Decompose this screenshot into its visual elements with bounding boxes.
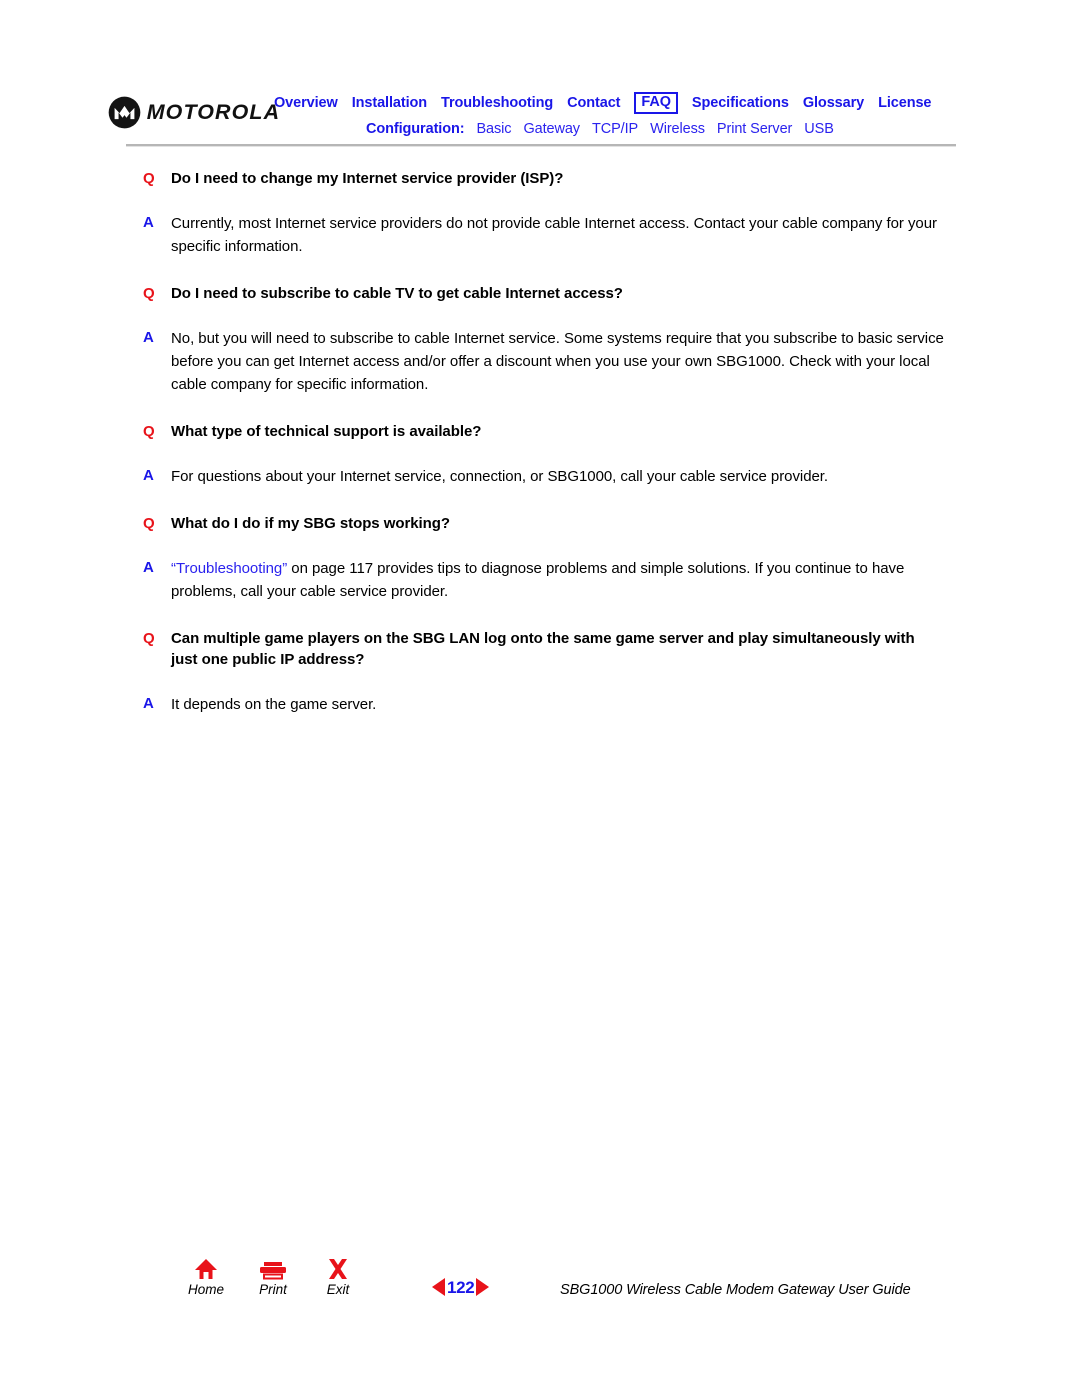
nav-config-print-server[interactable]: Print Server <box>717 122 792 137</box>
answer-marker: A <box>143 695 154 712</box>
answer-text: “Troubleshooting” on page 117 provides t… <box>171 557 945 603</box>
print-button-label: Print <box>259 1282 287 1297</box>
page-header: MOTOROLA Overview Installation Troublesh… <box>0 0 1080 150</box>
exit-x-icon-svg <box>329 1259 347 1279</box>
nav-config-tcpip[interactable]: TCP/IP <box>592 122 638 137</box>
home-button-label: Home <box>187 1282 224 1297</box>
faq-answer-2: A No, but you will need to subscribe to … <box>143 327 945 396</box>
answer-marker: A <box>143 214 154 231</box>
answer-text: It depends on the game server. <box>171 696 377 713</box>
faq-question-5: Q Can multiple game players on the SBG L… <box>143 628 945 670</box>
home-icon-svg <box>195 1259 217 1279</box>
faq-answer-5: A It depends on the game server. <box>143 693 945 716</box>
question-text: What do I do if my SBG stops working? <box>171 515 450 532</box>
troubleshooting-link[interactable]: “Troubleshooting” <box>171 560 287 577</box>
nav-config-gateway[interactable]: Gateway <box>523 122 580 137</box>
faq-question-3: Q What type of technical support is avai… <box>143 421 945 442</box>
nav-item-overview[interactable]: Overview <box>274 96 338 111</box>
motorola-logo: MOTOROLA <box>108 96 279 129</box>
triangle-left-icon[interactable] <box>432 1278 445 1296</box>
printer-icon <box>241 1255 305 1281</box>
page-navigator: 122 <box>432 1277 490 1297</box>
answer-marker: A <box>143 329 154 346</box>
answer-text: For questions about your Internet servic… <box>171 468 829 485</box>
question-marker: Q <box>143 515 155 532</box>
printer-icon-svg <box>260 1262 286 1280</box>
faq-question-1: Q Do I need to change my Internet servic… <box>143 168 945 189</box>
question-text: What type of technical support is availa… <box>171 423 482 440</box>
nav-config-basic[interactable]: Basic <box>476 122 511 137</box>
triangle-right-icon[interactable] <box>476 1278 490 1296</box>
nav-configuration-label: Configuration: <box>366 120 465 137</box>
nav-item-contact[interactable]: Contact <box>567 96 620 111</box>
exit-x-icon <box>306 1255 370 1281</box>
faq-answer-4: A “Troubleshooting” on page 117 provides… <box>143 557 945 603</box>
question-marker: Q <box>143 170 155 187</box>
faq-question-4: Q What do I do if my SBG stops working? <box>143 513 945 534</box>
nav-config-usb[interactable]: USB <box>804 122 834 137</box>
answer-text: Currently, most Internet service provide… <box>171 215 937 255</box>
header-navigation: Overview Installation Troubleshooting Co… <box>274 92 974 140</box>
question-marker: Q <box>143 285 155 302</box>
motorola-batwing-icon <box>108 96 141 129</box>
question-marker: Q <box>143 630 155 647</box>
nav-item-installation[interactable]: Installation <box>352 96 427 111</box>
nav-secondary-row: Configuration: Basic Gateway TCP/IP Wire… <box>274 118 974 140</box>
nav-item-license[interactable]: License <box>878 96 931 111</box>
answer-marker: A <box>143 559 154 576</box>
nav-item-specifications[interactable]: Specifications <box>692 96 789 111</box>
nav-primary-row: Overview Installation Troubleshooting Co… <box>274 92 974 114</box>
question-text: Do I need to change my Internet service … <box>171 170 564 187</box>
motorola-wordmark: MOTOROLA <box>146 101 281 124</box>
nav-item-glossary[interactable]: Glossary <box>803 96 864 111</box>
faq-answer-3: A For questions about your Internet serv… <box>143 465 945 488</box>
question-marker: Q <box>143 423 155 440</box>
answer-marker: A <box>143 467 154 484</box>
home-icon <box>174 1255 238 1281</box>
exit-button-label: Exit <box>326 1282 350 1297</box>
nav-config-wireless[interactable]: Wireless <box>650 122 705 137</box>
answer-text: No, but you will need to subscribe to ca… <box>171 330 944 393</box>
faq-question-2: Q Do I need to subscribe to cable TV to … <box>143 283 945 304</box>
header-divider <box>126 144 956 147</box>
faq-answer-1: A Currently, most Internet service provi… <box>143 212 945 258</box>
page-number: 122 <box>447 1277 475 1297</box>
faq-content: Q Do I need to change my Internet servic… <box>143 168 945 716</box>
home-button[interactable]: Home <box>174 1255 238 1298</box>
document-title: SBG1000 Wireless Cable Modem Gateway Use… <box>560 1282 911 1298</box>
nav-item-faq[interactable]: FAQ <box>634 92 678 114</box>
nav-item-troubleshooting[interactable]: Troubleshooting <box>441 96 553 111</box>
print-button[interactable]: Print <box>241 1255 305 1298</box>
question-text: Can multiple game players on the SBG LAN… <box>171 630 915 668</box>
exit-button[interactable]: Exit <box>306 1255 370 1298</box>
question-text: Do I need to subscribe to cable TV to ge… <box>171 285 623 302</box>
